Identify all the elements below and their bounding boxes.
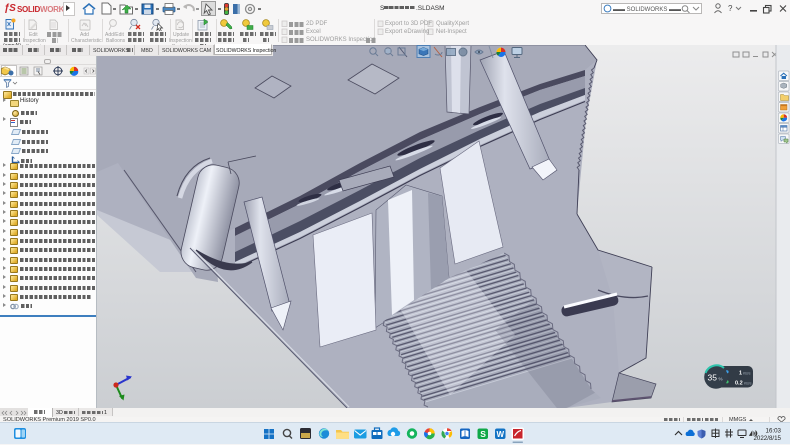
svg-text:%: % xyxy=(719,377,723,382)
svg-text:S: S xyxy=(480,429,486,439)
svg-text:W: W xyxy=(497,430,505,439)
svg-text:▬▬ SOLIDWORKS ▬▬: ▬▬ SOLIDWORKS ▬▬ xyxy=(613,7,681,13)
svg-text:KB/s: KB/s xyxy=(744,382,752,386)
svg-text:?: ? xyxy=(728,4,733,13)
svg-text:16:03: 16:03 xyxy=(766,428,782,435)
svg-text:2022/8/15: 2022/8/15 xyxy=(753,435,781,442)
svg-text:KB/s: KB/s xyxy=(743,372,751,376)
svg-text:0.2: 0.2 xyxy=(735,381,743,387)
svg-text:35: 35 xyxy=(708,373,718,383)
svg-text:1: 1 xyxy=(739,371,742,377)
